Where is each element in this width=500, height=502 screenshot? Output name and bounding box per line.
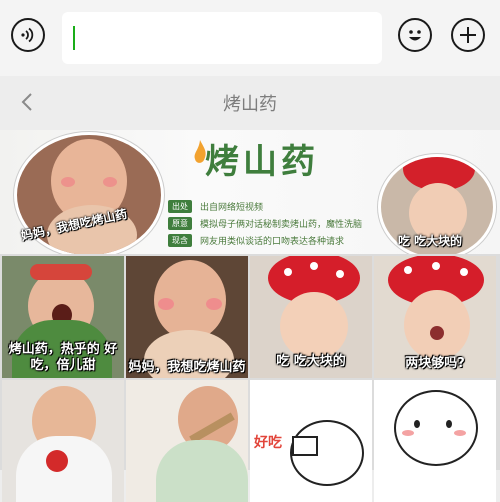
sticker-item[interactable] [126,380,248,502]
sticker-item[interactable]: 吃 吃大块的 [250,256,372,378]
blush [402,430,414,436]
banner-row-text: 出自网络短视频 [200,203,264,213]
cartoon-head [394,390,478,466]
blush [206,298,222,310]
voice-icon [21,27,34,43]
banner-row-text: 网友用类似谈话的口吻表达各种请求 [200,237,345,247]
banner-row: 现含 网友用类似谈话的口吻表达各种请求 [168,234,344,247]
cartoon-eye [414,420,420,428]
girl-face [280,292,348,360]
headband [30,264,92,280]
girl-face [404,290,470,360]
banner-row-tag: 出处 [168,200,192,213]
open-mouth [430,326,444,340]
emoji-icon [409,30,421,41]
blush [454,430,466,436]
banner-right-caption: 吃 吃大块的 [398,234,463,248]
blush [103,177,117,187]
sticker-caption: 烤山药，热乎的 好吃，倍儿甜 [8,342,118,373]
hat-dot [460,268,468,276]
text-caret [73,26,75,50]
banner-row-text: 模拟母子俩对话秘制卖烤山药，魔性洗脑 [200,220,363,230]
megaphone [292,436,318,456]
sticker-item[interactable]: 妈妈，我想吃烤山药 [126,256,248,378]
striped-shirt [156,440,248,502]
message-input[interactable] [62,12,382,64]
sticker-item[interactable]: 两块够吗? [374,256,496,378]
voice-button[interactable] [11,18,45,52]
banner-row: 出处 出自网络短视频 [168,200,263,213]
sticker-caption: 妈妈，我想吃烤山药 [128,360,246,375]
cartoon-eye [446,420,452,428]
sticker-caption: 两块够吗? [405,356,465,371]
hat-dot [432,262,440,270]
page-title: 烤山药 [223,94,277,115]
add-button[interactable] [451,18,485,52]
hat-dot [284,268,292,276]
hat-dot [336,270,344,278]
sticker-caption: 好吃 [254,435,282,451]
sticker-item[interactable] [374,380,496,502]
sticker-item[interactable]: 好吃 [250,380,372,502]
input-bar [0,0,500,76]
emoji-button[interactable] [398,18,432,52]
blush [61,177,75,187]
sticker-grid: 烤山药，热乎的 好吃，倍儿甜 妈妈，我想吃烤山药 吃 吃大块的 两块够吗? 好吃 [0,254,500,502]
banner-row-tag: 现含 [168,234,192,247]
sticker-caption: 吃 吃大块的 [276,354,346,369]
banner-row-tag: 原意 [168,217,192,230]
plus-icon [460,27,476,43]
sticker-item[interactable] [2,380,124,502]
heart-logo [46,450,68,472]
hat-dot [404,266,412,274]
banner-row: 原意 模拟母子俩对话秘制卖烤山药，魔性洗脑 [168,217,362,230]
banner-title: 烤山药 [205,142,319,182]
hat-dot [310,262,318,270]
sticker-pack-banner[interactable]: 妈妈，我想吃烤山药 烤山药 出处 出自网络短视频 原意 模拟母子俩对话秘制卖烤山… [0,130,500,254]
nav-bar: 烤山药 [0,76,500,130]
blush [158,298,174,310]
sticker-item[interactable]: 烤山药，热乎的 好吃，倍儿甜 [2,256,124,378]
